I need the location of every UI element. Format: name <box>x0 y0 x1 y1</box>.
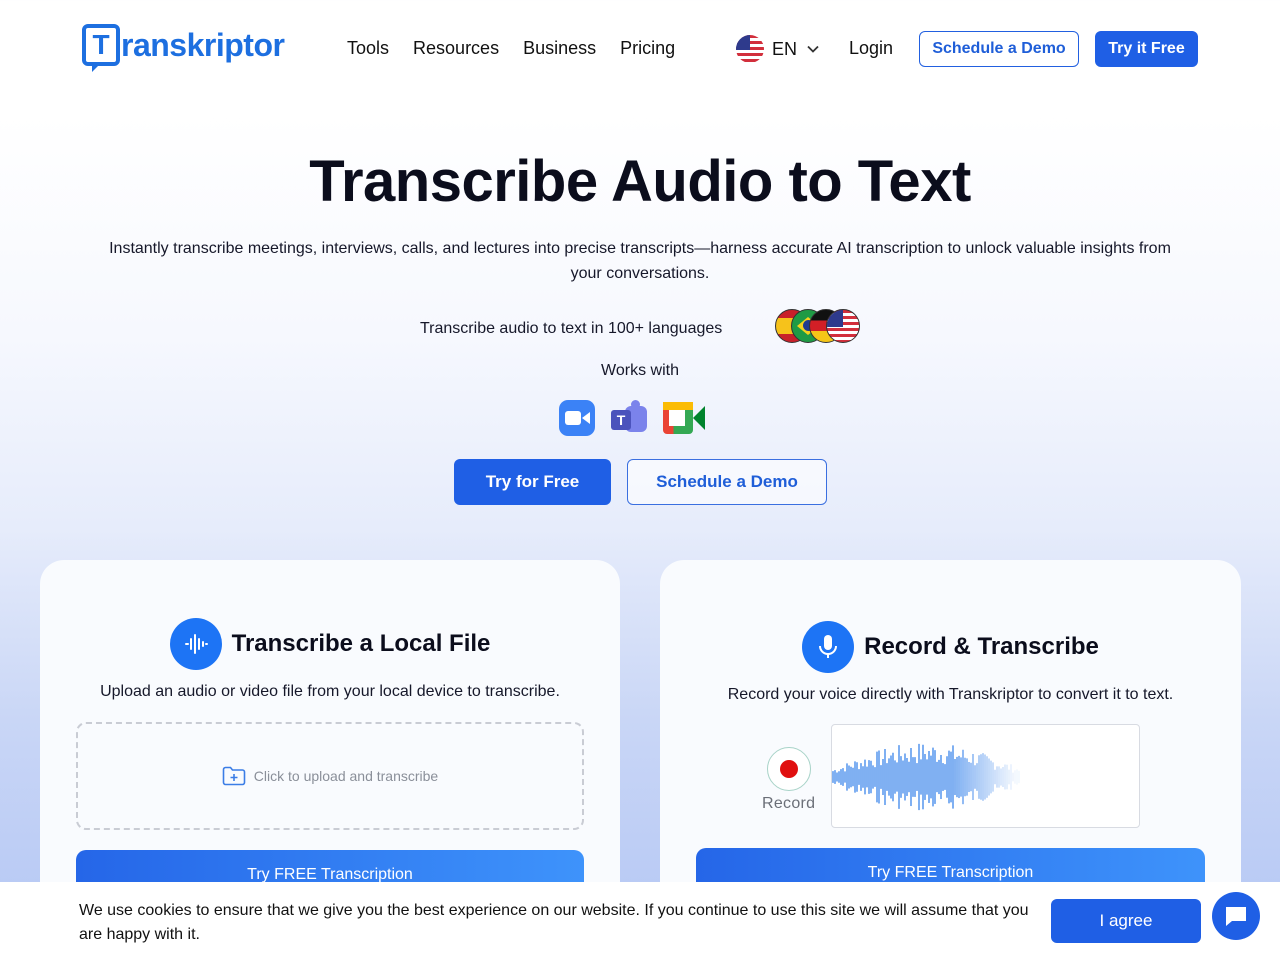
agree-button[interactable]: I agree <box>1051 899 1201 943</box>
google-meet-icon <box>663 400 705 436</box>
nav-item-business[interactable]: Business <box>523 38 596 59</box>
logo-mark: T <box>82 24 120 72</box>
audio-waveform <box>831 724 1140 828</box>
cookie-banner: We use cookies to ensure that we give yo… <box>0 882 1280 960</box>
works-with-label: Works with <box>601 362 679 379</box>
nav-item-pricing[interactable]: Pricing <box>620 38 675 59</box>
integrations-row: T <box>559 400 705 436</box>
chat-bubble-icon <box>1226 907 1246 926</box>
language-selector[interactable]: EN <box>736 35 819 63</box>
record-dot-icon <box>780 760 798 778</box>
record-label: Record <box>762 795 816 812</box>
us-flag-icon <box>736 35 764 63</box>
microsoft-teams-icon: T <box>611 400 647 436</box>
try-for-free-button[interactable]: Try for Free <box>454 459 611 505</box>
record-description: Record your voice directly with Transkri… <box>727 686 1174 703</box>
login-link[interactable]: Login <box>849 38 893 59</box>
language-flags <box>775 309 865 345</box>
cookie-text: We use cookies to ensure that we give yo… <box>79 902 1029 943</box>
languages-line: Transcribe audio to text in 100+ languag… <box>420 320 723 337</box>
nav-menu: Tools Resources Business Pricing <box>347 38 675 59</box>
page-title: Transcribe Audio to Text <box>309 149 971 214</box>
hero-subtitle: Instantly transcribe meetings, interview… <box>109 240 1171 282</box>
local-file-title: Transcribe a Local File <box>231 630 491 657</box>
logo-wordmark: ranskriptor <box>121 26 285 63</box>
language-code: EN <box>772 38 798 59</box>
upload-text: Click to upload and transcribe <box>253 768 439 784</box>
local-file-description: Upload an audio or video file from your … <box>100 683 560 700</box>
record-card-header: Record & Transcribe <box>660 621 1241 673</box>
local-file-card-header: Transcribe a Local File <box>40 618 620 670</box>
chevron-down-icon <box>807 45 819 53</box>
audio-wave-icon <box>169 618 222 670</box>
microphone-icon <box>802 621 855 673</box>
top-navigation: T ranskriptor Tools Resources Business P… <box>0 0 1280 98</box>
nav-item-tools[interactable]: Tools <box>347 38 389 59</box>
upload-dropzone[interactable]: Click to upload and transcribe <box>76 722 584 830</box>
hero-schedule-demo-button[interactable]: Schedule a Demo <box>627 459 827 505</box>
transkriptor-logo[interactable]: T ranskriptor <box>82 24 285 72</box>
schedule-demo-button[interactable]: Schedule a Demo <box>919 31 1079 67</box>
us-flag-icon <box>826 309 860 343</box>
zoom-icon <box>559 400 595 436</box>
nav-item-resources[interactable]: Resources <box>413 38 499 59</box>
chat-button[interactable] <box>1212 892 1260 940</box>
record-button[interactable] <box>767 747 811 791</box>
record-title: Record & Transcribe <box>864 633 1099 660</box>
try-it-free-button[interactable]: Try it Free <box>1095 31 1198 67</box>
folder-plus-icon <box>222 766 246 786</box>
